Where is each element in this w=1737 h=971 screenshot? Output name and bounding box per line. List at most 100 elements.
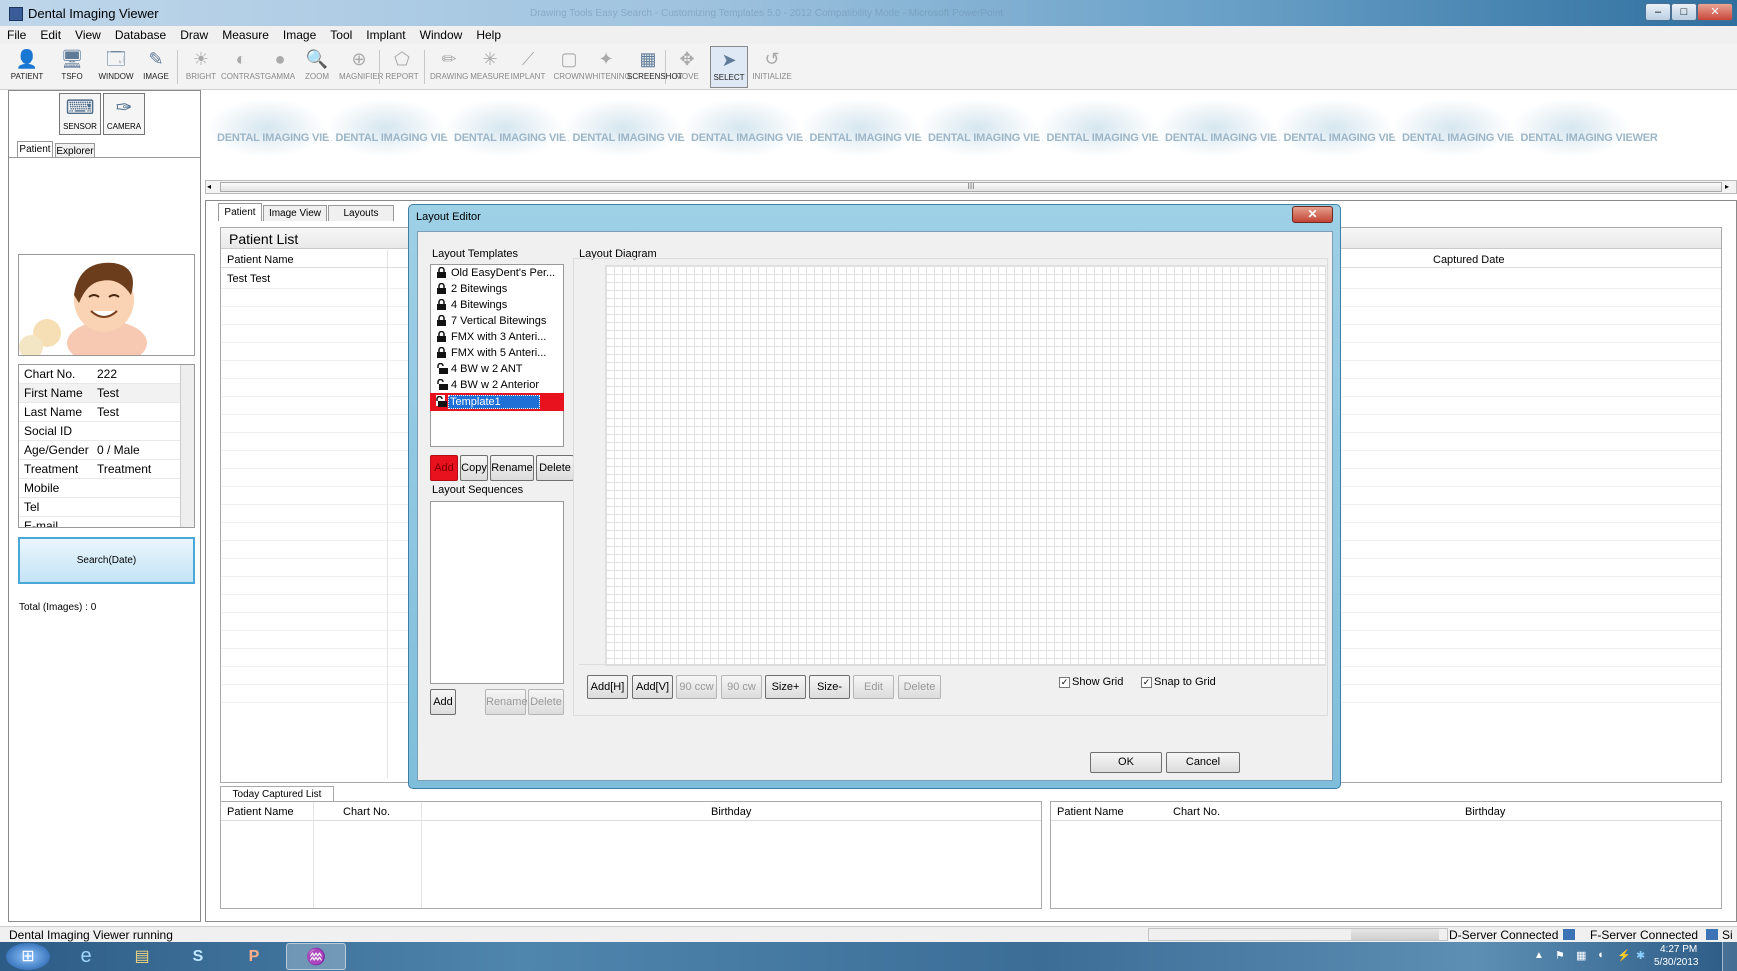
implant-button[interactable]: ⟋ IMPLANT (510, 46, 546, 88)
tab-today-captured[interactable]: Today Captured List (220, 786, 334, 802)
menu-view[interactable]: View (68, 26, 108, 44)
patient-button[interactable]: 👤 PATIENT (8, 46, 46, 88)
power-icon[interactable]: ⚡ (1617, 949, 1631, 962)
camera-button[interactable]: ✑ CAMERA (103, 93, 145, 135)
template-item[interactable]: FMX with 5 Anteri... (431, 345, 563, 361)
info-row[interactable]: Age/Gender 0 / Male (19, 441, 194, 460)
menu-edit[interactable]: Edit (33, 26, 68, 44)
template-item[interactable]: 2 Bitewings (431, 281, 563, 297)
zoom-button[interactable]: 🔍 ZOOM (302, 46, 332, 88)
diagram-delete-button[interactable]: Delete (898, 675, 941, 699)
menu-file[interactable]: File (0, 26, 33, 44)
tray-arrow-icon[interactable]: ▲ (1534, 950, 1544, 961)
show-desktop-button[interactable] (1722, 942, 1737, 971)
table-row[interactable]: Test Test (227, 273, 270, 285)
internet-explorer-icon[interactable]: e (62, 943, 110, 970)
initialize-button[interactable]: ↺ INITIALIZE (752, 46, 792, 88)
info-row[interactable]: Last Name Test (19, 403, 194, 422)
template-item[interactable]: 7 Vertical Bitewings (431, 313, 563, 329)
window-button[interactable]: 🗔 WINDOW (97, 46, 135, 88)
info-row[interactable]: Treatment Treatment (19, 460, 194, 479)
scroll-right-icon[interactable]: ▸ (1725, 182, 1729, 191)
col-patient-name[interactable]: Patient Name (227, 254, 294, 266)
crown-button[interactable]: ▢ CROWN (551, 46, 587, 88)
maximize-button[interactable]: □ (1671, 3, 1697, 21)
template-item[interactable]: 4 BW w 2 Anterior (431, 377, 563, 393)
list2-col-chart[interactable]: Chart No. (1173, 806, 1220, 818)
template-add-button[interactable]: Add (430, 455, 458, 481)
today-col-birthday[interactable]: Birthday (711, 806, 751, 818)
tab-patient[interactable]: Patient (218, 203, 262, 221)
network-icon[interactable]: ▦ (1576, 949, 1586, 962)
info-row[interactable]: First Name Test (19, 384, 194, 403)
info-row[interactable]: Tel (19, 498, 194, 517)
menu-implant[interactable]: Implant (359, 26, 412, 44)
skype-icon[interactable]: S (174, 943, 222, 970)
menu-tool[interactable]: Tool (323, 26, 359, 44)
scroll-left-icon[interactable]: ◂ (207, 182, 211, 191)
volume-icon[interactable]: ◖ (1597, 949, 1604, 961)
image-button[interactable]: ✎ IMAGE (140, 46, 172, 88)
search-date-button[interactable]: Search(Date) (18, 537, 195, 584)
menu-help[interactable]: Help (469, 26, 508, 44)
layout-sequences-list[interactable] (430, 501, 564, 684)
gamma-button[interactable]: ● GAMMA (262, 46, 298, 88)
tab-image-view[interactable]: Image View (263, 205, 327, 221)
drawing-button[interactable]: ✏ DRAWING (430, 46, 468, 88)
today-col-chart[interactable]: Chart No. (343, 806, 390, 818)
template-item[interactable]: 4 Bitewings (431, 297, 563, 313)
info-scrollbar[interactable] (180, 365, 194, 527)
template-item[interactable]: 4 BW w 2 ANT (431, 361, 563, 377)
menu-database[interactable]: Database (108, 26, 173, 44)
rotate-ccw-button[interactable]: 90 ccw (676, 675, 717, 699)
clock-date[interactable]: 5/30/2013 (1654, 957, 1699, 968)
dental-imaging-viewer-taskbar-icon[interactable]: ♒ (286, 943, 346, 970)
start-orb-icon[interactable]: ⊞ (6, 943, 50, 970)
info-row[interactable]: Mobile (19, 479, 194, 498)
col-captured-date[interactable]: Captured Date (1433, 254, 1505, 266)
template-delete-button[interactable]: Delete (536, 455, 574, 481)
dialog-close-button[interactable]: ✕ (1292, 206, 1333, 223)
add-horizontal-button[interactable]: Add[H] (587, 675, 628, 699)
template-item[interactable]: Old EasyDent's Per... (431, 265, 563, 281)
screenshot-button[interactable]: ▦ SCREENSHOT (627, 46, 683, 88)
list2-col-birthday[interactable]: Birthday (1465, 806, 1505, 818)
file-explorer-icon[interactable]: ▤ (118, 943, 166, 970)
banner-scrollbar[interactable]: ◂ III ▸ (205, 180, 1737, 194)
edit-button[interactable]: Edit (853, 675, 894, 699)
tab-layouts[interactable]: Layouts (328, 205, 394, 221)
info-row[interactable]: E-mail (19, 517, 194, 527)
template-item[interactable]: FMX with 3 Anteri... (431, 329, 563, 345)
contrast-button[interactable]: ◐ CONTRAST (221, 46, 265, 88)
select-button[interactable]: ➤ SELECT (710, 46, 748, 88)
today-col-name[interactable]: Patient Name (227, 806, 294, 818)
scroll-thumb[interactable]: III (220, 182, 1722, 192)
show-grid-checkbox[interactable]: ✓ (1059, 677, 1070, 688)
sequence-delete-button[interactable]: Delete (528, 689, 564, 715)
powerpoint-icon[interactable]: P (230, 943, 278, 970)
layout-diagram-grid[interactable] (605, 265, 1326, 666)
menu-draw[interactable]: Draw (173, 26, 215, 44)
sequence-rename-button[interactable]: Rename (485, 689, 528, 715)
info-row[interactable]: Chart No. 222 (19, 365, 194, 384)
magnifier-button[interactable]: ⊕ MAGNIFIER (339, 46, 383, 88)
template-copy-button[interactable]: Copy (460, 455, 488, 481)
tab-explorer[interactable]: Explorer (55, 143, 95, 158)
close-button[interactable]: ✕ (1697, 3, 1733, 21)
menu-measure[interactable]: Measure (215, 26, 276, 44)
tab-patient-left[interactable]: Patient (17, 141, 53, 158)
snap-to-grid-checkbox[interactable]: ✓ (1141, 677, 1152, 688)
move-button[interactable]: ✥ MOVE (670, 46, 704, 88)
flag-icon[interactable]: ⚑ (1555, 949, 1565, 962)
clock-time[interactable]: 4:27 PM (1660, 944, 1697, 955)
list2-col-name[interactable]: Patient Name (1057, 806, 1124, 818)
add-vertical-button[interactable]: Add[V] (632, 675, 673, 699)
menu-window[interactable]: Window (413, 26, 470, 44)
cancel-button[interactable]: Cancel (1166, 752, 1240, 773)
measure-button[interactable]: ✳ MEASURE (470, 46, 510, 88)
template-item[interactable]: Template1 (430, 393, 564, 411)
tsfo-button[interactable]: 🖥 TSFO (57, 46, 87, 88)
rotate-cw-button[interactable]: 90 cw (721, 675, 762, 699)
menu-image[interactable]: Image (276, 26, 323, 44)
info-row[interactable]: Social ID (19, 422, 194, 441)
